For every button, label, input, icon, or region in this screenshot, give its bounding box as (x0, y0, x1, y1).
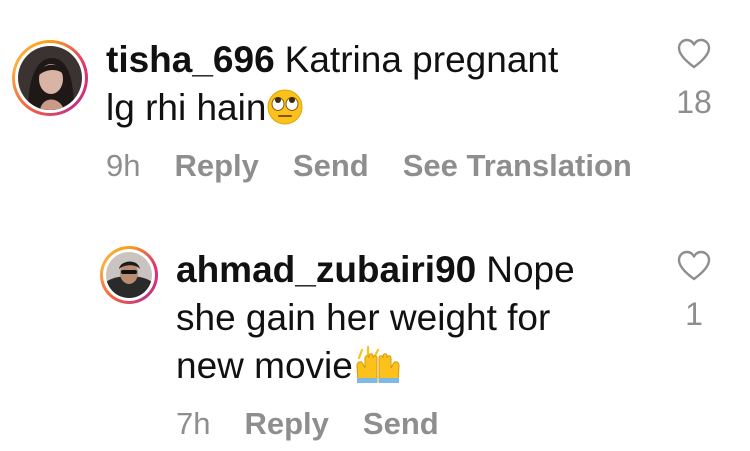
face-with-rolling-eyes-icon (266, 88, 304, 138)
comment-username[interactable]: ahmad_zubairi90 (176, 249, 476, 290)
avatar[interactable] (12, 40, 88, 116)
comment-body-line3: new movie (176, 345, 353, 386)
like-count: 1 (685, 296, 703, 332)
reply-button[interactable]: Reply (244, 406, 328, 442)
profile-photo-icon (106, 252, 152, 298)
see-translation-button[interactable]: See Translation (403, 148, 632, 184)
profile-photo-icon (18, 46, 82, 110)
heart-icon[interactable] (677, 250, 711, 282)
comment-body-line2: she gain her weight for (176, 297, 551, 338)
comment-body-line1: Katrina pregnant (284, 39, 559, 80)
like-count: 18 (676, 84, 712, 120)
comment-text: ahmad_zubairi90 Nope she gain her weight … (176, 246, 646, 396)
send-button[interactable]: Send (293, 148, 369, 184)
reply-button[interactable]: Reply (174, 148, 258, 184)
comment-actions: 9h Reply Send See Translation (106, 148, 632, 184)
comment-text: tisha_696 Katrina pregnant lg rhi hain (106, 36, 646, 138)
comment-timestamp: 7h (176, 406, 211, 441)
like-control[interactable]: 1 (664, 250, 724, 333)
comment-actions: 7h Reply Send (176, 406, 439, 442)
like-control[interactable]: 18 (664, 38, 724, 121)
comment-timestamp: 9h (106, 148, 141, 183)
heart-icon[interactable] (677, 38, 711, 70)
raising-hands-icon (353, 344, 403, 396)
avatar[interactable] (100, 246, 158, 304)
send-button[interactable]: Send (363, 406, 439, 442)
comment-body-line1: Nope (486, 249, 575, 290)
comment-username[interactable]: tisha_696 (106, 39, 275, 80)
comment-body-line2: lg rhi hain (106, 87, 267, 128)
